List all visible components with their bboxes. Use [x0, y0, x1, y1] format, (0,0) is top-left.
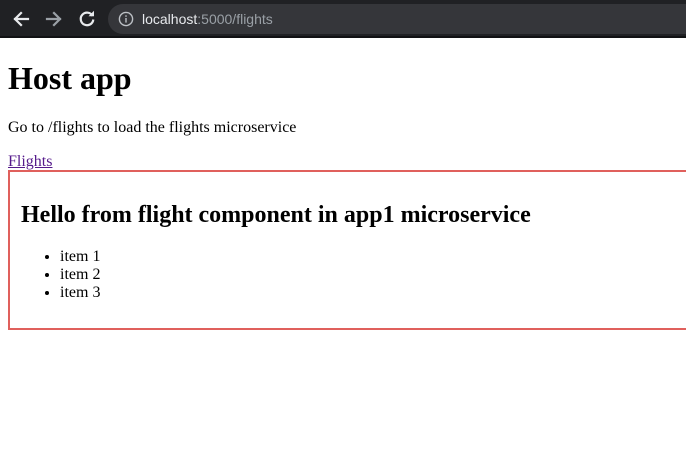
reload-button[interactable]: [75, 7, 99, 31]
microfrontend-container: Hello from flight component in app1 micr…: [8, 170, 686, 330]
url-text[interactable]: localhost:5000/flights: [142, 10, 273, 28]
arrow-left-icon: [13, 11, 30, 27]
page-content: Host app Go to /flights to load the flig…: [0, 38, 686, 461]
browser-toolbar: localhost:5000/flights: [0, 0, 686, 38]
item-list: item 1 item 2 item 3: [20, 248, 100, 302]
list-item: item 2: [60, 266, 100, 284]
intro-text: Go to /flights to load the flights micro…: [8, 119, 297, 136]
url-host: localhost: [142, 11, 198, 27]
microfrontend-heading: Hello from flight component in app1 micr…: [21, 202, 531, 228]
arrow-right-icon: [45, 11, 62, 27]
page-title: Host app: [8, 60, 132, 96]
flights-link[interactable]: Flights: [8, 152, 52, 172]
url-path: :5000/flights: [197, 11, 273, 27]
list-item: item 3: [60, 284, 100, 302]
reload-icon: [79, 10, 95, 27]
list-item: item 1: [60, 248, 100, 266]
info-icon[interactable]: [118, 11, 134, 27]
back-button[interactable]: [9, 7, 33, 31]
address-bar[interactable]: localhost:5000/flights: [108, 4, 686, 34]
forward-button[interactable]: [42, 7, 66, 31]
